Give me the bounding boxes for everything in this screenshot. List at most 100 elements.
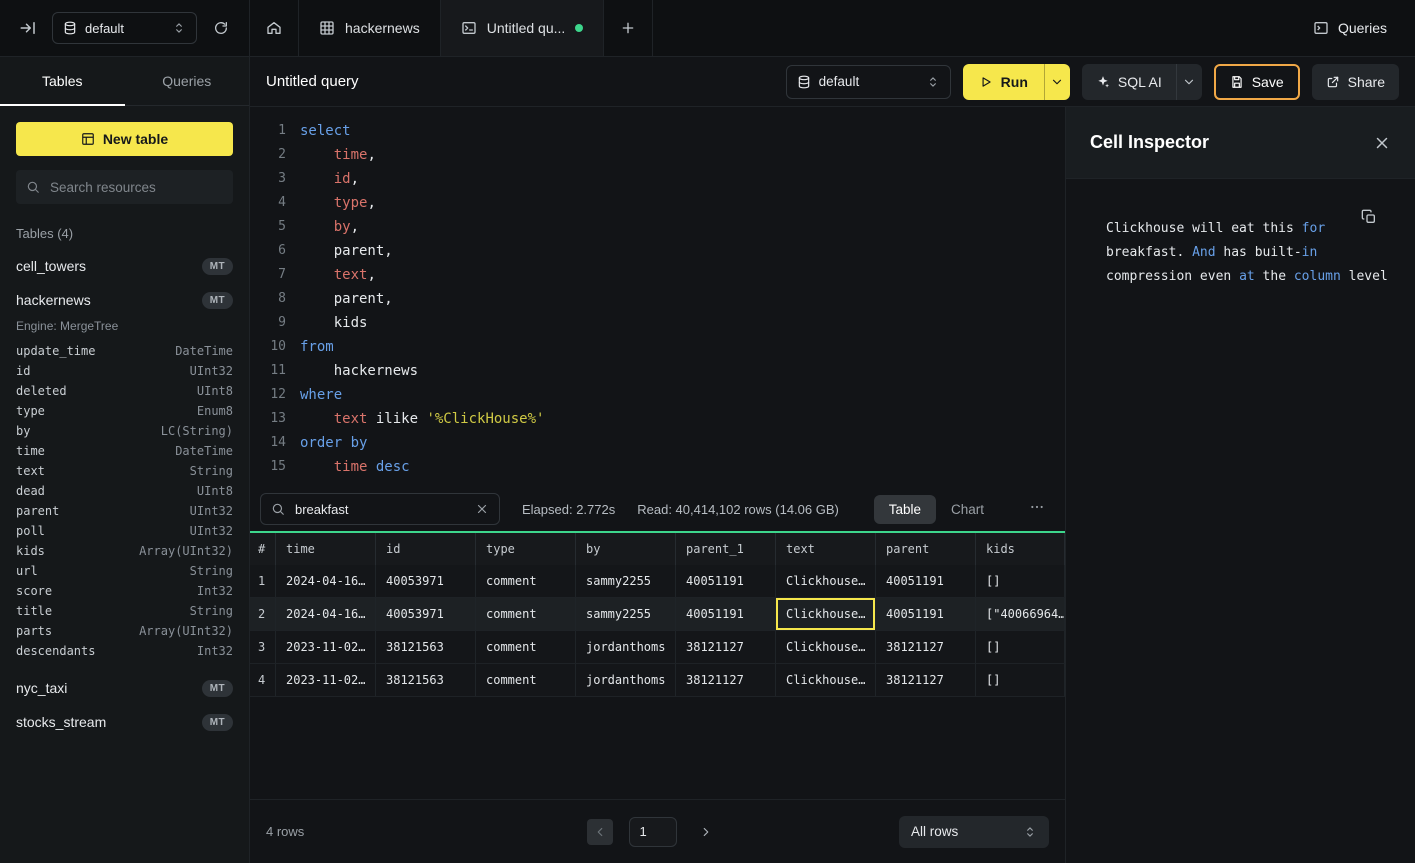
previous-page-button[interactable] <box>587 819 613 845</box>
column-row-parts[interactable]: partsArray(UInt32) <box>0 621 249 641</box>
topbar-tab-untitled-qu[interactable]: Untitled qu... <box>441 0 605 56</box>
column-row-dead[interactable]: deadUInt8 <box>0 481 249 501</box>
topbar-tab-hackernews[interactable]: hackernews <box>299 0 441 56</box>
table-cell[interactable]: 1 <box>250 565 276 597</box>
sql-ai-button[interactable]: SQL AI <box>1082 64 1176 100</box>
table-cell[interactable]: 38121563 <box>376 664 476 696</box>
table-cell[interactable]: 2023-11-02… <box>276 631 376 663</box>
table-cell[interactable]: 38121127 <box>676 631 776 663</box>
table-cell[interactable]: ["40066964… <box>976 598 1065 630</box>
topbar-database-selector[interactable]: default <box>52 12 197 44</box>
table-cell[interactable]: jordanthoms <box>576 631 676 663</box>
table-cell[interactable]: 2023-11-02… <box>276 664 376 696</box>
table-cell[interactable]: 2024-04-16… <box>276 565 376 597</box>
column-header-rownum[interactable]: # <box>250 533 276 565</box>
column-header-parent_1[interactable]: parent_1 <box>676 533 776 565</box>
sidebar-table-hackernews[interactable]: hackernewsMT <box>0 283 249 317</box>
table-cell[interactable]: 40051191 <box>676 565 776 597</box>
table-cell[interactable]: Clickhouse… <box>776 565 876 597</box>
table-cell[interactable]: 40051191 <box>876 565 976 597</box>
column-header-by[interactable]: by <box>576 533 676 565</box>
column-row-text[interactable]: textString <box>0 461 249 481</box>
column-row-parent[interactable]: parentUInt32 <box>0 501 249 521</box>
share-button[interactable]: Share <box>1312 64 1399 100</box>
table-cell[interactable]: 3 <box>250 631 276 663</box>
table-cell[interactable]: 40051191 <box>676 598 776 630</box>
queries-button[interactable]: Queries <box>1307 19 1393 37</box>
column-row-id[interactable]: idUInt32 <box>0 361 249 381</box>
table-cell[interactable]: 2 <box>250 598 276 630</box>
query-database-selector[interactable]: default <box>786 65 951 99</box>
column-header-kids[interactable]: kids <box>976 533 1065 565</box>
search-icon <box>26 180 40 194</box>
selected-cell[interactable]: Clickhouse… <box>776 598 876 630</box>
sidebar-table-nyc_taxi[interactable]: nyc_taxiMT <box>0 671 249 705</box>
column-row-descendants[interactable]: descendantsInt32 <box>0 641 249 661</box>
table-cell[interactable]: sammy2255 <box>576 598 676 630</box>
column-row-title[interactable]: titleString <box>0 601 249 621</box>
table-cell[interactable]: [] <box>976 565 1065 597</box>
refresh-button[interactable] <box>207 14 235 42</box>
column-header-text[interactable]: text <box>776 533 876 565</box>
page-number-input[interactable] <box>629 817 677 847</box>
collapse-sidebar-button[interactable] <box>14 14 42 42</box>
table-cell[interactable]: 4 <box>250 664 276 696</box>
clear-search-button[interactable] <box>475 502 489 516</box>
table-cell[interactable]: 38121127 <box>876 631 976 663</box>
column-type: Array(UInt32) <box>139 544 233 558</box>
next-page-button[interactable] <box>693 824 719 840</box>
table-cell[interactable]: jordanthoms <box>576 664 676 696</box>
table-cell[interactable]: Clickhouse… <box>776 631 876 663</box>
column-row-kids[interactable]: kidsArray(UInt32) <box>0 541 249 561</box>
sidebar-tab-queries[interactable]: Queries <box>125 57 250 105</box>
sql-ai-options-button[interactable] <box>1176 64 1202 100</box>
table-cell[interactable]: 40053971 <box>376 565 476 597</box>
results-search-input[interactable] <box>293 501 467 518</box>
sidebar-table-stocks_stream[interactable]: stocks_streamMT <box>0 705 249 739</box>
column-row-update_time[interactable]: update_timeDateTime <box>0 341 249 361</box>
table-cell[interactable]: comment <box>476 631 576 663</box>
copy-cell-button[interactable] <box>1361 209 1377 225</box>
table-cell[interactable]: comment <box>476 664 576 696</box>
table-cell[interactable]: 40053971 <box>376 598 476 630</box>
new-tab-button[interactable] <box>604 0 653 56</box>
column-header-parent[interactable]: parent <box>876 533 976 565</box>
elapsed-stat: Elapsed: 2.772s <box>522 502 615 517</box>
column-row-time[interactable]: timeDateTime <box>0 441 249 461</box>
view-table-button[interactable]: Table <box>874 495 936 524</box>
more-options-button[interactable] <box>1021 499 1053 520</box>
column-row-type[interactable]: typeEnum8 <box>0 401 249 421</box>
run-button[interactable]: Run <box>963 64 1044 100</box>
column-row-deleted[interactable]: deletedUInt8 <box>0 381 249 401</box>
column-header-time[interactable]: time <box>276 533 376 565</box>
new-table-button[interactable]: New table <box>16 122 233 156</box>
column-row-poll[interactable]: pollUInt32 <box>0 521 249 541</box>
table-cell[interactable]: 38121127 <box>676 664 776 696</box>
page-size-selector[interactable]: All rows <box>899 816 1049 848</box>
sidebar-search-input[interactable] <box>48 179 223 196</box>
table-cell[interactable]: sammy2255 <box>576 565 676 597</box>
column-header-type[interactable]: type <box>476 533 576 565</box>
view-chart-button[interactable]: Chart <box>936 495 999 524</box>
sql-editor[interactable]: 1select2 time,3 id,4 type,5 by,6 parent,… <box>250 107 1065 487</box>
column-row-by[interactable]: byLC(String) <box>0 421 249 441</box>
table-cell[interactable]: Clickhouse… <box>776 664 876 696</box>
table-cell[interactable]: comment <box>476 565 576 597</box>
sidebar-table-cell_towers[interactable]: cell_towersMT <box>0 249 249 283</box>
column-row-url[interactable]: urlString <box>0 561 249 581</box>
column-row-score[interactable]: scoreInt32 <box>0 581 249 601</box>
table-cell[interactable]: 38121127 <box>876 664 976 696</box>
query-header: Untitled query default Run SQL AI <box>250 57 1415 107</box>
table-cell[interactable]: [] <box>976 631 1065 663</box>
close-inspector-button[interactable] <box>1373 134 1391 152</box>
table-cell[interactable]: 2024-04-16… <box>276 598 376 630</box>
save-button[interactable]: Save <box>1214 64 1300 100</box>
table-cell[interactable]: 40051191 <box>876 598 976 630</box>
run-options-button[interactable] <box>1044 64 1070 100</box>
column-header-id[interactable]: id <box>376 533 476 565</box>
sidebar-tab-tables[interactable]: Tables <box>0 57 125 105</box>
topbar-tab-home[interactable] <box>250 0 299 56</box>
table-cell[interactable]: [] <box>976 664 1065 696</box>
table-cell[interactable]: comment <box>476 598 576 630</box>
table-cell[interactable]: 38121563 <box>376 631 476 663</box>
